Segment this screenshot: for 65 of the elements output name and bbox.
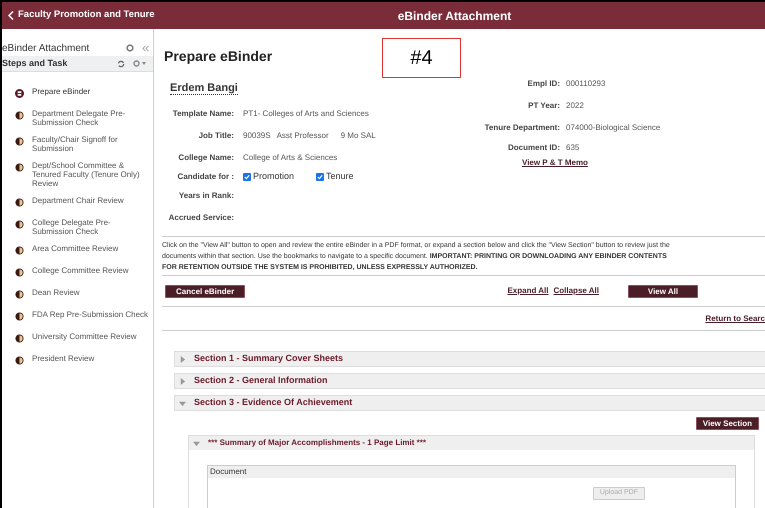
step-link[interactable]: Faculty/Chair Signoff for Submission (32, 135, 149, 153)
step-link[interactable]: President Review (32, 354, 94, 363)
settings-dropdown-icon[interactable] (133, 60, 147, 67)
caret-icon (193, 440, 200, 446)
collapse-icon[interactable] (142, 44, 149, 52)
field-value: College of Arts & Sciences (243, 152, 338, 164)
checkbox[interactable] (243, 173, 251, 181)
step-link[interactable]: Area Committee Review (32, 244, 118, 253)
checkbox-label: Tenure (326, 170, 354, 184)
annotation-label: #4 (410, 46, 433, 71)
table-header: Document (208, 466, 735, 478)
section-header[interactable]: Section 3 - Evidence Of Achievement (174, 395, 765, 411)
collapse-all-link[interactable]: Collapse All (554, 285, 599, 297)
caret-icon (179, 400, 186, 406)
step-link[interactable]: College Committee Review (32, 266, 128, 275)
back-icon (8, 11, 14, 20)
person-name: Erdem Bangi (170, 82, 238, 95)
field-label: Job Title: (198, 130, 234, 142)
checkbox-label: Promotion (253, 170, 294, 184)
check-icon (244, 174, 250, 180)
section-header[interactable]: Section 1 - Summary Cover Sheets (174, 351, 765, 367)
refresh-icon[interactable] (117, 60, 125, 68)
field-label: PT Year: (527, 100, 560, 112)
field-label: Template Name: (172, 108, 234, 120)
field-label: Tenure Department: (484, 122, 560, 134)
field-label: Years in Rank: (178, 190, 234, 202)
field-value: 9 Mo SAL (340, 130, 376, 142)
field-label: Accrued Service: (168, 212, 234, 224)
field-label: Candidate for : (176, 171, 234, 183)
step-link[interactable]: Department Chair Review (32, 196, 124, 205)
panel-title: Steps and Task (2, 56, 68, 70)
checkbox[interactable] (316, 173, 324, 181)
section-header[interactable]: Section 2 - General Information (174, 373, 765, 389)
caret-icon (179, 378, 186, 384)
field-value: 000110293 (566, 78, 606, 90)
check-icon (317, 174, 324, 180)
field-value: 074000-Biological Science (566, 122, 662, 134)
view-section-button[interactable]: View Section (696, 416, 759, 430)
settings-icon[interactable] (126, 44, 134, 52)
memo-link[interactable]: View P & T Memo (522, 157, 765, 169)
back-button[interactable]: Faculty Promotion and Tenure (8, 8, 155, 23)
field-label: Empl ID: (526, 78, 560, 90)
step-link[interactable]: Prepare eBinder (32, 87, 90, 96)
field-value: 2022 (566, 100, 585, 112)
cancel-button[interactable]: Cancel eBinder (165, 284, 246, 298)
field-value: 635 (566, 142, 580, 154)
header-title: eBinder Attachment (398, 8, 512, 24)
step-link[interactable]: Department Delegate Pre-Submission Check (32, 109, 149, 127)
step-link[interactable]: Dept/School Committee & Tenured Faculty (Tenure Only) Review (32, 161, 149, 188)
sidebar-title: eBinder Attachment (2, 42, 90, 56)
field-label: College Name: (177, 152, 234, 164)
step-link[interactable]: Dean Review (32, 288, 80, 297)
field-label: Document ID: (507, 142, 560, 154)
page-title: Prepare eBinder (164, 48, 272, 64)
expand-all-link[interactable]: Expand All (507, 285, 548, 297)
field-value: PT1- Colleges of Arts and Sciences (243, 108, 369, 120)
subsection-header[interactable]: *** Summary of Major Accomplishments - 1 Page Limit *** (189, 436, 754, 450)
caret-icon (179, 356, 186, 362)
field-value: Asst Professor (276, 130, 329, 142)
step-link[interactable]: FDA Rep Pre-Submission Check (32, 310, 148, 319)
step-link[interactable]: University Committee Review (32, 332, 136, 341)
return-link[interactable]: Return to Searc (705, 312, 765, 324)
view-all-button[interactable]: View All (628, 284, 698, 298)
field-value: 90039S (243, 130, 271, 142)
step-link[interactable]: College Delegate Pre-Submission Check (32, 218, 149, 236)
